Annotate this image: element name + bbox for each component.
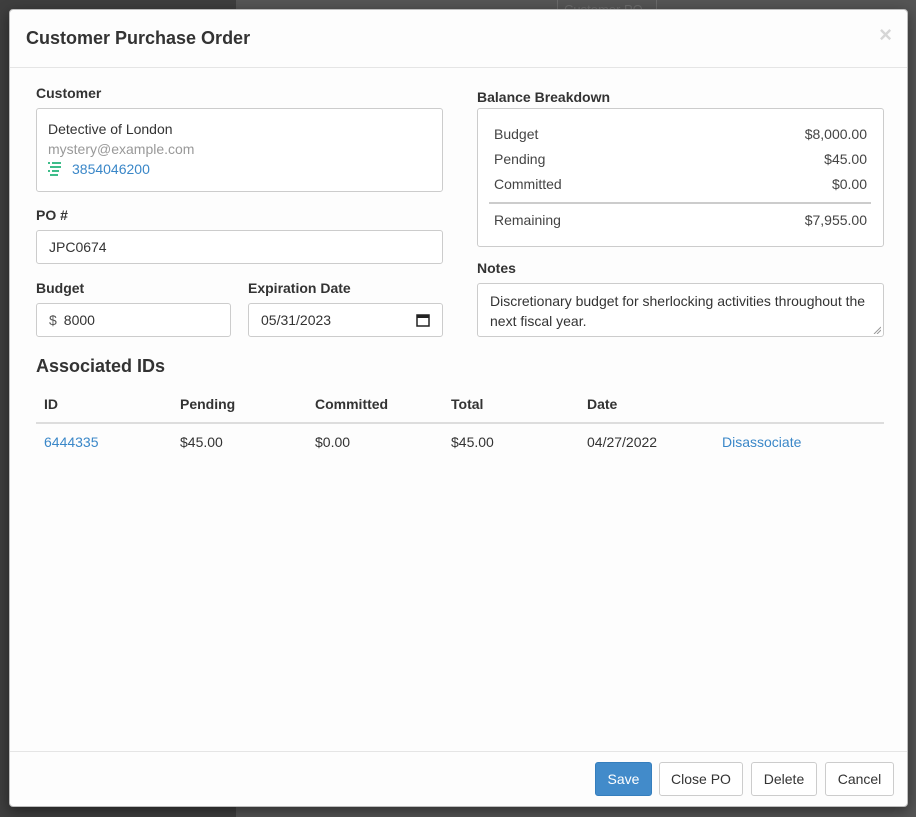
expiration-label: Expiration Date [248,280,351,296]
balance-row-label: Pending [494,151,546,167]
table-header: ID Pending Committed Total Date [36,390,884,424]
calendar-icon[interactable] [416,313,430,327]
phone-status-icon [48,161,64,177]
budget-label: Budget [36,280,85,296]
po-number-input[interactable]: JPC0674 [36,230,443,264]
save-button[interactable]: Save [595,762,652,796]
balance-row-value: $0.00 [831,176,867,192]
balance-breakdown-card: Budget $8,000.00 Pending $45.00 Committe… [477,108,884,247]
notes-textarea[interactable]: Discretionary budget for sherlocking act… [477,283,884,337]
column-header-date: Date [587,396,618,412]
expiration-date-input[interactable]: 05/31/2023 [248,303,443,337]
column-header-total: Total [451,396,484,412]
resize-grip-icon[interactable] [873,326,881,334]
balance-row-budget: Budget $8,000.00 [494,126,867,142]
balance-label: Balance Breakdown [477,89,611,105]
cancel-button[interactable]: Cancel [825,762,894,796]
expiration-date-value: 05/31/2023 [261,312,332,328]
balance-row-committed: Committed $0.00 [494,176,867,192]
row-pending: $45.00 [180,434,223,450]
po-label: PO # [36,207,68,223]
balance-row-label: Budget [494,126,539,142]
customer-phone-row: 3854046200 [48,161,150,177]
associated-ids-title: Associated IDs [36,356,166,376]
customer-card: Detective of London mystery@example.com … [36,108,443,192]
row-committed: $0.00 [315,434,351,450]
close-icon[interactable]: × [879,24,892,46]
delete-button[interactable]: Delete [751,762,817,796]
notes-label: Notes [477,260,516,276]
table-row: 6444335 $45.00 $0.00 $45.00 04/27/2022 D… [36,424,884,460]
modal-footer: Save Close PO Delete Cancel [10,751,907,806]
balance-row-value: $8,000.00 [804,126,867,142]
balance-remaining-value: $7,955.00 [804,212,867,228]
balance-remaining-label: Remaining [494,212,561,228]
balance-row-label: Committed [494,176,562,192]
associated-id-link[interactable]: 6444335 [44,434,99,450]
row-date: 04/27/2022 [587,434,658,450]
customer-name: Detective of London [48,121,173,137]
column-header-committed: Committed [315,396,389,412]
purchase-order-modal: Customer Purchase Order × Customer Detec… [9,9,908,807]
modal-header: Customer Purchase Order × [10,10,907,68]
currency-symbol: $ [49,312,57,328]
budget-value: 8000 [63,312,95,328]
column-header-id: ID [44,396,58,412]
customer-email: mystery@example.com [48,141,195,157]
disassociate-link[interactable]: Disassociate [722,434,801,450]
close-po-button[interactable]: Close PO [659,762,743,796]
notes-text: Discretionary budget for sherlocking act… [490,293,866,329]
column-header-pending: Pending [180,396,236,412]
balance-divider [489,202,871,204]
customer-phone-link[interactable]: 3854046200 [72,161,150,177]
row-total: $45.00 [451,434,494,450]
balance-row-value: $45.00 [824,151,867,167]
balance-row-remaining: Remaining $7,955.00 [494,212,867,228]
modal-title: Customer Purchase Order [26,28,251,48]
po-number-value: JPC0674 [49,239,107,255]
budget-input[interactable]: $ 8000 [36,303,231,337]
balance-row-pending: Pending $45.00 [494,151,867,167]
associated-ids-table: ID Pending Committed Total Date 6444335 … [36,390,884,460]
customer-label: Customer [36,85,102,101]
